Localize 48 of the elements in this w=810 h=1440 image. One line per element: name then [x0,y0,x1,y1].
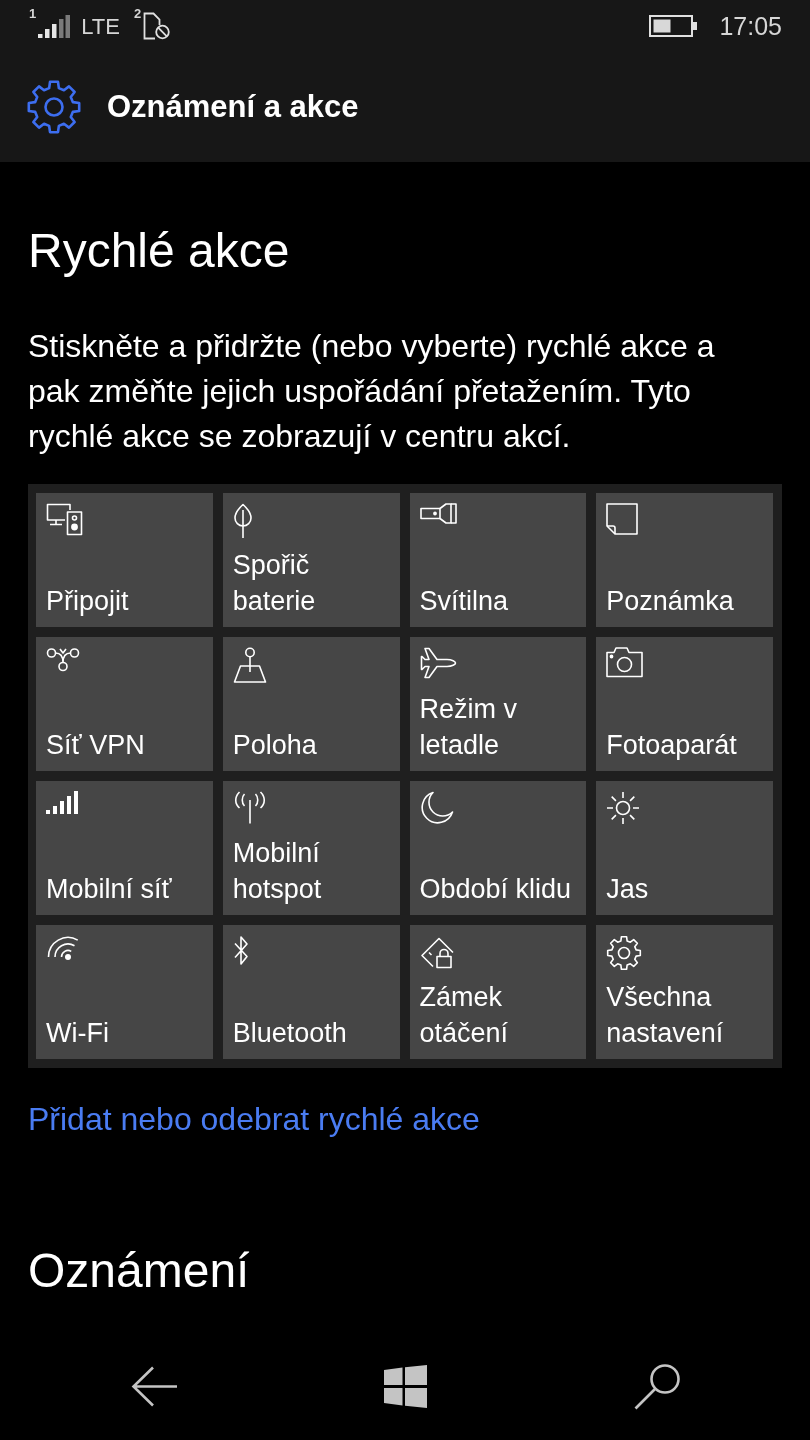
rotation-lock-icon [419,935,456,969]
camera-icon [606,647,644,678]
leaf-icon [232,503,253,539]
section-heading: Rychlé akce [28,223,291,279]
battery-icon [649,15,698,37]
network-type-label: LTE [81,14,120,40]
quick-action-tile[interactable]: Síť VPN [36,637,213,771]
quick-action-tile[interactable]: Připojit [36,493,213,627]
search-icon[interactable] [634,1362,681,1410]
quick-action-tile[interactable]: Poznámka [596,493,773,627]
monitor-and-speaker-icon [46,503,83,536]
back-arrow-icon[interactable] [131,1365,177,1407]
quick-action-tile[interactable]: Všechna nastavení [596,925,773,1059]
sim-slot-label: 2 [133,7,142,21]
add-remove-link[interactable]: Přidat nebo odebrat rychlé akce [28,1099,480,1139]
note-icon [606,503,639,535]
sim-slot-label: 1 [29,7,37,21]
quick-action-tile[interactable]: Zámek otáčení [409,925,587,1059]
moon-icon [419,791,454,825]
flashlight-icon [419,503,457,524]
quick-action-tile[interactable]: Spořič baterie [222,493,400,627]
sun-icon [606,791,641,825]
quick-action-tile[interactable]: Jas [596,781,773,915]
quick-action-tile[interactable]: Fotoaparát [596,637,773,771]
map-pin-icon [232,647,267,683]
loops-icon [46,647,80,672]
quick-action-tile[interactable]: Wi-Fi [36,925,213,1059]
sim-card-blocked-icon [143,12,171,40]
clock-time: 17:05 [719,11,782,41]
quick-action-tile[interactable]: Období klidu [409,781,587,915]
windows-logo-icon[interactable] [384,1364,427,1408]
quick-action-tile[interactable]: Režim v letadle [409,637,587,771]
settings-icon [606,935,643,971]
antenna-icon [232,791,267,824]
signal-bars-icon [46,791,78,814]
quick-action-tile[interactable]: Svítilna [409,493,587,627]
settings-icon [27,80,81,134]
signal-bars-icon [38,14,71,38]
airplane-icon [419,647,457,679]
quick-action-tile[interactable]: Mobilní síť [36,781,213,915]
quick-action-tile[interactable]: Bluetooth [222,925,400,1059]
section-heading: Oznámení [28,1243,251,1299]
description-text: Stiskněte a přidržte (nebo vyberte) rychlé akce a pak změňte jejich uspořádání přetažením. Tyto rychlé akce se zobrazují v centru akcí. [28,327,716,456]
bluetooth-icon [232,935,249,966]
page-title: Oznámení a akce [107,88,359,126]
quick-action-tile[interactable]: Mobilní hotspot [222,781,400,915]
wifi-icon [46,935,80,962]
quick-action-tile[interactable]: Poloha [222,637,400,771]
